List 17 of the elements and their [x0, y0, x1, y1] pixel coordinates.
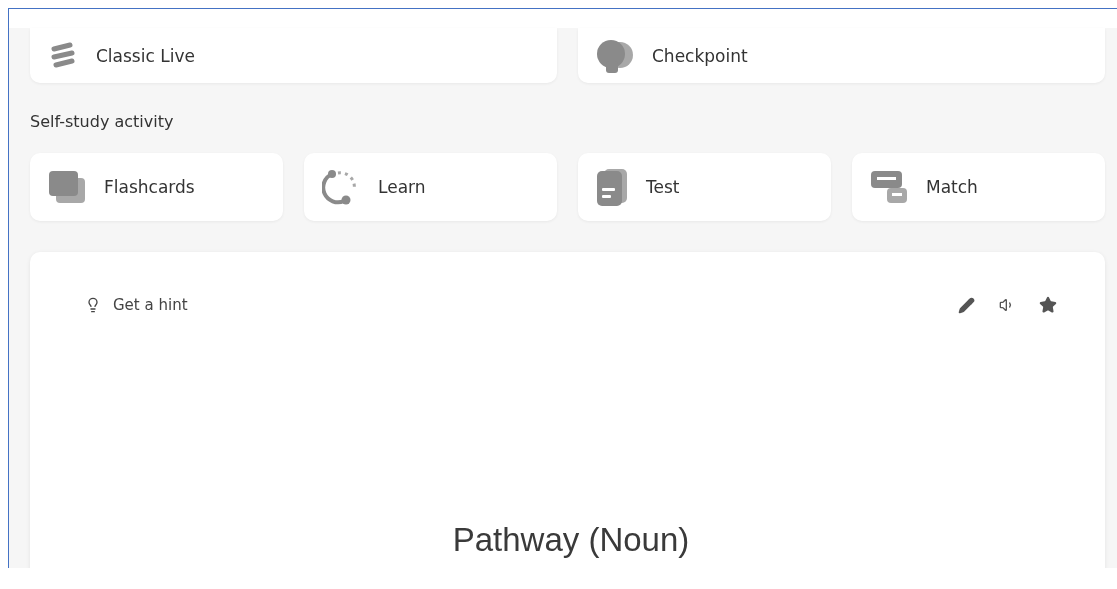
lightbulb-icon [85, 297, 101, 313]
edit-icon[interactable] [958, 296, 975, 314]
activity-card[interactable]: Checkpoint [578, 28, 1105, 83]
document-icon [596, 168, 628, 206]
speech-bubbles-icon [596, 38, 634, 73]
flashcard-term: Pathway (Noun) [452, 520, 690, 560]
matching-tiles-icon [870, 170, 908, 204]
section-heading: Self-study activity [30, 112, 175, 131]
activity-card[interactable]: Match [852, 153, 1105, 221]
star-icon[interactable] [1039, 296, 1057, 314]
activity-card[interactable]: Classic Live [30, 28, 557, 83]
flashcard[interactable]: Get a hint Pathway (Noun) [30, 252, 1105, 568]
activity-card[interactable]: Flashcards [30, 153, 283, 221]
hint-button[interactable]: Get a hint [85, 296, 188, 314]
activity-card[interactable]: Learn [304, 153, 557, 221]
activity-card[interactable]: Test [578, 153, 831, 221]
cards-icon [48, 170, 86, 204]
